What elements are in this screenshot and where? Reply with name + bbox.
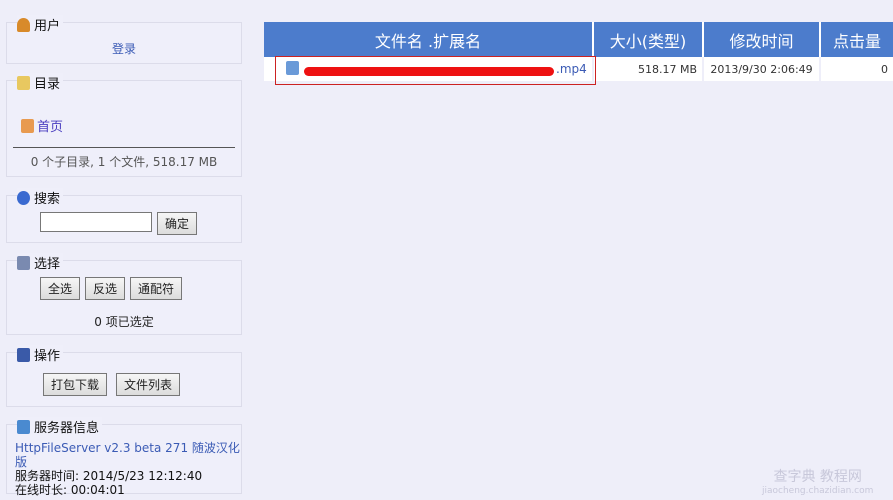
search-ok-button[interactable]: 确定 [157,212,198,235]
file-list-button[interactable]: 文件列表 [116,373,181,396]
select-panel: 选择 全选 反选 通配符 0 项已选定 [6,253,242,335]
select-all-button[interactable]: 全选 [40,277,81,300]
video-file-icon [286,61,299,75]
user-panel: 用户 登录 [6,15,242,64]
header-name[interactable]: 文件名 .扩展名 [264,22,594,57]
server-panel: 服务器信息 HttpFileServer v2.3 beta 271 随波汉化版… [6,417,242,497]
header-modified[interactable]: 修改时间 [703,22,821,57]
server-title: 服务器信息 [34,421,100,436]
watermark: 查字典 教程网 jiaocheng.chazidian.com [762,469,874,496]
search-panel: 搜索 确定 [6,188,242,243]
archive-download-button[interactable]: 打包下载 [43,373,108,396]
file-link[interactable]: .mp4 [556,62,587,76]
home-icon [21,118,34,133]
computer-icon [17,419,30,434]
select-title: 选择 [34,257,61,272]
scissors-icon [17,255,30,270]
redaction-mark [304,67,554,76]
server-uptime: 在线时长: 00:04:01 [15,483,125,497]
selection-status: 0 项已选定 [94,315,154,329]
wildcard-button[interactable]: 通配符 [130,277,183,300]
divider [13,147,235,148]
server-version-link[interactable]: HttpFileServer v2.3 beta 271 随波汉化版 [15,441,240,469]
search-input[interactable] [40,212,152,232]
save-icon [17,347,30,362]
table-row[interactable]: .mp4 518.17 MB 2013/9/30 2:06:49 0 [264,56,893,85]
file-hits: 0 [820,57,893,81]
file-size: 518.17 MB [593,57,704,81]
invert-selection-button[interactable]: 反选 [85,277,126,300]
actions-panel: 操作 打包下载 文件列表 [6,345,242,407]
home-link[interactable]: 首页 [37,116,63,135]
login-link[interactable]: 登录 [112,42,136,56]
folder-icon [17,75,30,90]
user-icon [17,17,30,32]
header-hits[interactable]: 点击量 [820,22,893,57]
user-title: 用户 [34,19,61,34]
folder-title: 目录 [34,77,61,92]
header-size[interactable]: 大小(类型) [593,22,704,57]
search-title: 搜索 [34,192,61,207]
help-icon [17,190,30,205]
file-table: 文件名 .扩展名 大小(类型) 修改时间 点击量 .mp4 518.17 MB … [264,22,893,85]
server-time: 服务器时间: 2014/5/23 12:12:40 [15,469,203,483]
actions-title: 操作 [34,349,61,364]
folder-summary: 0 个子目录, 1 个文件, 518.17 MB [30,155,218,169]
folder-panel: 目录 首页 0 个子目录, 1 个文件, 518.17 MB [6,73,242,177]
file-modified: 2013/9/30 2:06:49 [703,57,821,81]
